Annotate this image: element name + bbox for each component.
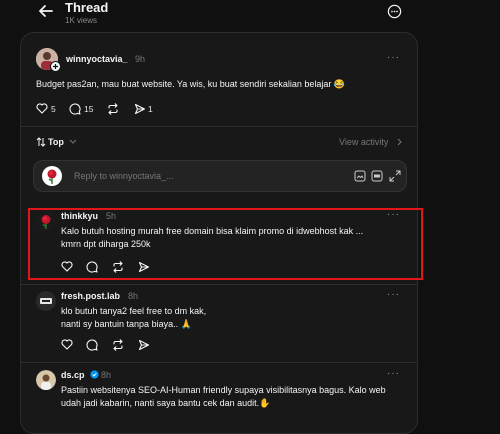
comment-icon[interactable] — [69, 103, 81, 115]
chevron-down-icon[interactable] — [69, 139, 77, 145]
reply-composer[interactable]: Reply to winnyoctavia_... — [33, 160, 407, 192]
repost-icon[interactable] — [107, 103, 119, 115]
repost-icon[interactable] — [112, 339, 124, 351]
post-username[interactable]: winnyoctavia_ — [66, 54, 128, 64]
top-bar: Thread 1K views — [0, 0, 500, 32]
reply-avatar[interactable] — [36, 370, 56, 390]
reply-time: 8h — [128, 291, 139, 301]
post-time: 9h — [135, 54, 146, 64]
highlight-box — [28, 208, 423, 280]
comment-count: 15 — [84, 104, 94, 114]
post-text: Budget pas2an, mau buat website. Ya wis,… — [36, 79, 346, 89]
post-more-button[interactable]: ··· — [387, 52, 400, 63]
reply-username[interactable]: fresh.post.lab — [61, 291, 120, 301]
sort-icon[interactable] — [36, 137, 46, 147]
image-icon[interactable] — [354, 170, 366, 182]
heart-icon[interactable] — [36, 103, 48, 114]
share-icon[interactable] — [138, 339, 150, 351]
reply-text-line: udah jadi kabarin, nanti saya bantu cek … — [61, 398, 271, 408]
sort-label[interactable]: Top — [48, 137, 64, 147]
thread-panel: winnyoctavia_ 9h ··· Budget pas2an, mau … — [20, 32, 423, 434]
back-arrow-icon[interactable] — [37, 2, 55, 20]
expand-icon[interactable] — [389, 170, 401, 182]
share-icon[interactable] — [134, 103, 146, 115]
comment-icon[interactable] — [86, 339, 98, 351]
reply-more-button[interactable]: ··· — [387, 289, 400, 300]
follow-plus-icon[interactable] — [50, 61, 61, 72]
divider — [21, 284, 417, 285]
share-count: 1 — [148, 104, 153, 114]
page-title: Thread — [65, 0, 109, 15]
rose-avatar-icon — [42, 166, 62, 186]
like-count: 5 — [51, 104, 56, 114]
more-options-icon[interactable] — [387, 4, 402, 19]
reply-input[interactable]: Reply to winnyoctavia_... — [74, 170, 174, 183]
gif-icon[interactable] — [371, 170, 383, 182]
reply-text-line: nanti sy bantuin tanpa biaya.. 🙏 — [61, 319, 192, 329]
reply-avatar[interactable] — [36, 291, 56, 311]
divider — [21, 362, 417, 363]
reply-text-line: klo butuh tanya2 feel free to dm kak, — [61, 306, 207, 316]
chevron-right-icon[interactable] — [397, 138, 403, 146]
reply-more-button[interactable]: ··· — [387, 368, 400, 379]
reply-username[interactable]: ds.cp — [61, 370, 85, 380]
reply-text-line: Pastiin websitenya SEO-AI-Human friendly… — [61, 385, 386, 395]
heart-icon[interactable] — [61, 339, 73, 350]
view-activity-link[interactable]: View activity — [339, 137, 388, 147]
reply-time: 8h — [101, 370, 112, 380]
divider — [21, 126, 417, 127]
verified-badge-icon — [90, 370, 99, 379]
view-count: 1K views — [65, 16, 98, 25]
